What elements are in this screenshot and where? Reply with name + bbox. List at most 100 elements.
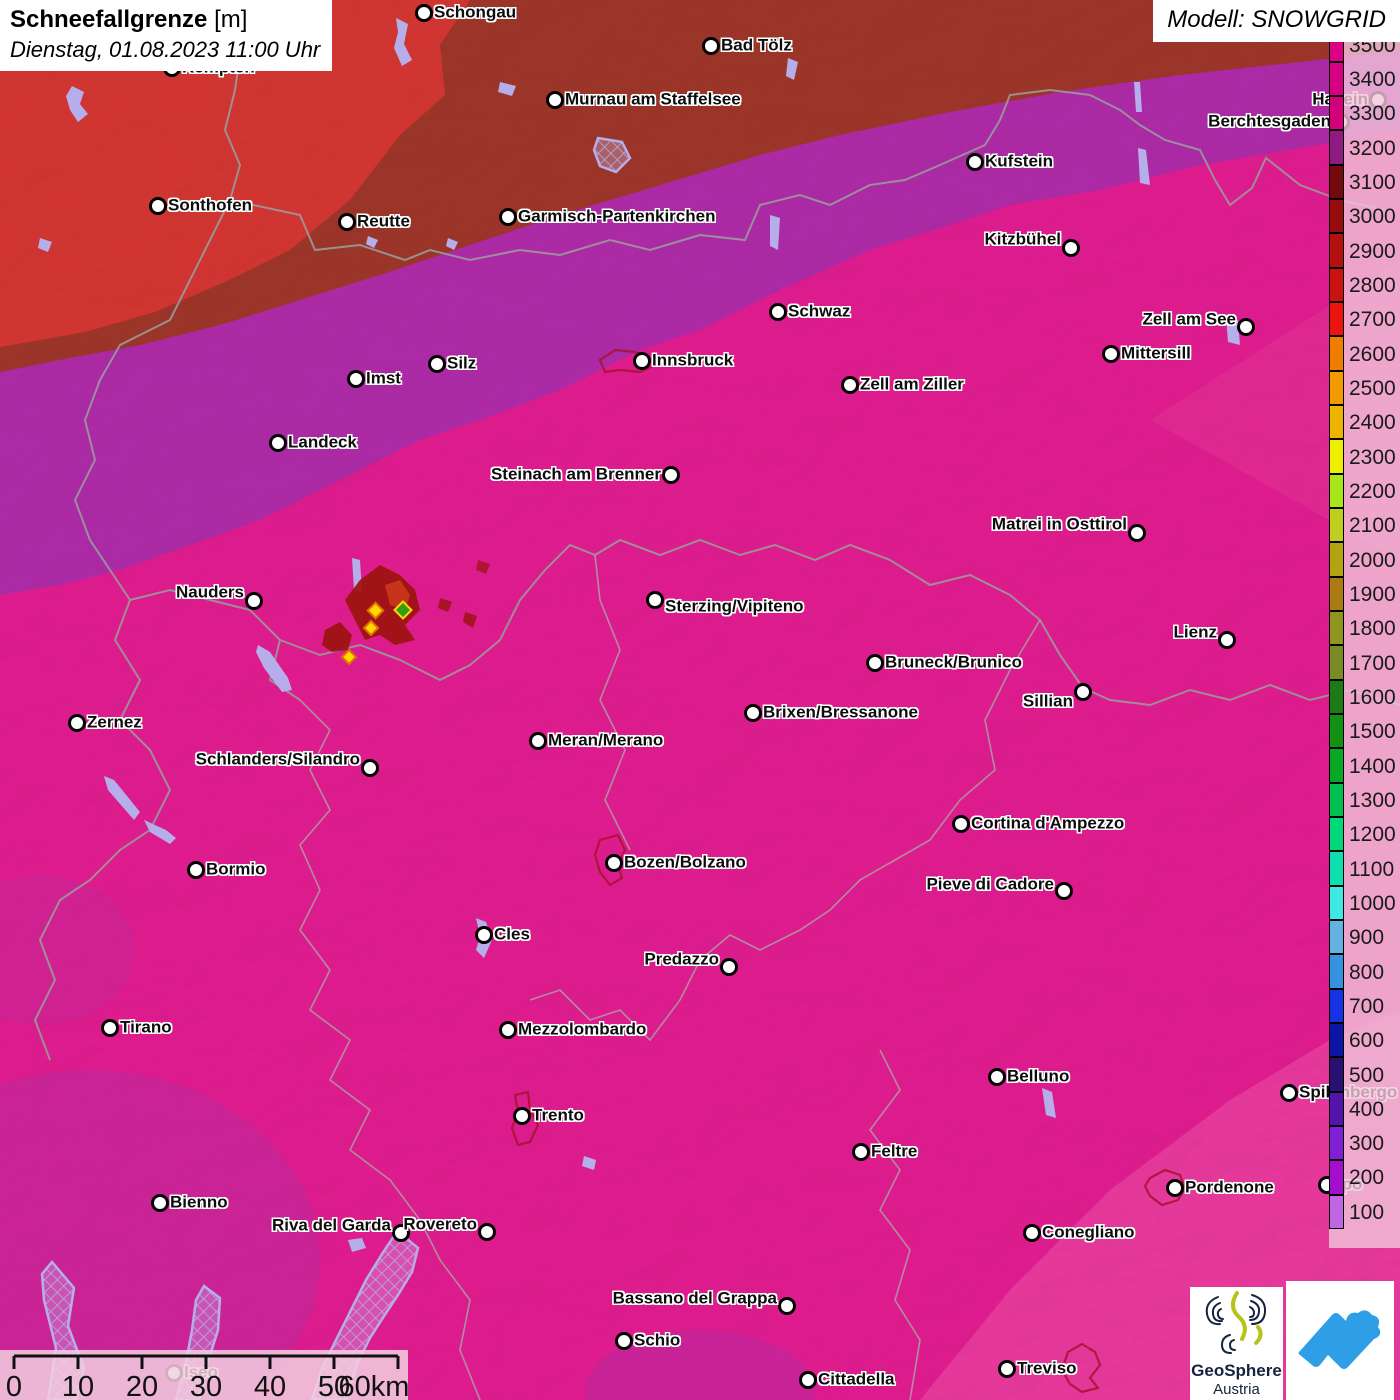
city-label: Bassano del Grappa <box>612 1288 777 1308</box>
snowfall-line-map: SchongauBad TölzKemptenMurnau am Staffel… <box>0 0 1400 1400</box>
colorbar-swatch <box>1329 1023 1344 1058</box>
colorbar-cell: 1600 <box>1329 679 1400 715</box>
colorbar-swatch <box>1329 61 1344 97</box>
colorbar-swatch <box>1329 542 1344 577</box>
city-label: Steinach am Brenner <box>490 464 661 484</box>
city-label: Bad Tölz <box>721 35 792 55</box>
colorbar-swatch <box>1329 714 1344 749</box>
colorbar-value: 300 <box>1349 1132 1385 1156</box>
map-title-unit: [m] <box>214 6 248 33</box>
colorbar-cell: 1700 <box>1329 645 1400 680</box>
city-dot <box>702 37 720 55</box>
city-label: Tirano <box>120 1017 172 1037</box>
colorbar-cell: 3400 <box>1329 61 1400 97</box>
city-dot <box>499 1021 517 1039</box>
city-label: Sterzing/Vipiteno <box>665 596 804 616</box>
city-label: Treviso <box>1017 1358 1077 1378</box>
city-dot <box>1062 239 1080 257</box>
colorbar-cell: 1800 <box>1329 611 1400 646</box>
colorbar-value: 2200 <box>1349 479 1396 503</box>
city-dot <box>866 654 884 672</box>
colorbar-cell: 100 <box>1329 1194 1400 1229</box>
colorbar-cell: 2700 <box>1329 302 1400 337</box>
city-dot <box>1218 631 1236 649</box>
city-label: Schwaz <box>788 301 851 321</box>
geosphere-country: Austria <box>1213 1380 1260 1398</box>
colorbar-swatch <box>1329 748 1344 783</box>
city-dot <box>513 1107 531 1125</box>
city-markers-layer: SchongauBad TölzKemptenMurnau am Staffel… <box>0 0 1400 1400</box>
colorbar-value: 1000 <box>1349 891 1396 915</box>
city-label: Reutte <box>357 211 410 231</box>
colorbar-swatch <box>1329 1126 1344 1161</box>
city-dot <box>1074 683 1092 701</box>
city-label: Zell am Ziller <box>860 374 964 394</box>
city-dot <box>799 1371 817 1389</box>
map-datetime: Dienstag, 01.08.2023 11:00 Uhr <box>10 37 321 62</box>
city-dot <box>646 591 664 609</box>
colorbar-cell: 1000 <box>1329 885 1400 921</box>
colorbar-cell: 1500 <box>1329 714 1400 749</box>
colorbar-value: 2800 <box>1349 273 1396 297</box>
colorbar-value: 3200 <box>1349 136 1396 160</box>
city-dot <box>1128 524 1146 542</box>
colorbar-swatch <box>1329 96 1344 131</box>
city-dot <box>475 926 493 944</box>
colorbar-cell: 2600 <box>1329 336 1400 371</box>
geosphere-name: GeoSphere <box>1191 1361 1282 1380</box>
colorbar-swatch <box>1329 370 1344 406</box>
colorbar-cell: 1900 <box>1329 576 1400 612</box>
city-dot <box>1102 345 1120 363</box>
city-dot <box>347 370 365 388</box>
city-label: Bozen/Bolzano <box>624 852 746 872</box>
colorbar-cell: 3000 <box>1329 199 1400 234</box>
colorbar-swatch <box>1329 199 1344 234</box>
colorbar-value: 1500 <box>1349 720 1396 744</box>
city-dot <box>1023 1224 1041 1242</box>
colorbar-swatch <box>1329 851 1344 886</box>
scale-bar: 0 10 20 30 40 50 60km <box>0 1350 409 1400</box>
city-label: Schongau <box>434 2 517 22</box>
city-label: Trento <box>532 1105 584 1125</box>
scale-bar-label: 20 <box>126 1371 158 1400</box>
city-dot <box>633 352 651 370</box>
city-dot <box>988 1068 1006 1086</box>
colorbar-value: 1300 <box>1349 788 1396 812</box>
city-label: Bruneck/Brunico <box>885 652 1022 672</box>
scale-bar-label: 30 <box>190 1371 222 1400</box>
colorbar-cell: 1300 <box>1329 782 1400 818</box>
colorbar-swatch <box>1329 954 1344 989</box>
city-dot <box>269 434 287 452</box>
colorbar-cell: 2100 <box>1329 508 1400 543</box>
colorbar-value: 1700 <box>1349 651 1396 675</box>
city-label: Lienz <box>1173 622 1217 642</box>
colorbar-value: 2700 <box>1349 308 1396 332</box>
colorbar-cell: 800 <box>1329 954 1400 989</box>
colorbar-swatch <box>1329 679 1344 715</box>
colorbar-swatch <box>1329 988 1344 1024</box>
city-dot <box>68 714 86 732</box>
colorbar-value: 700 <box>1349 994 1385 1018</box>
city-label: Berchtesgaden <box>1208 111 1331 131</box>
city-label: Schio <box>634 1330 681 1350</box>
city-dot <box>546 91 564 109</box>
city-label: Pieve di Cadore <box>926 874 1054 894</box>
colorbar-value: 2600 <box>1349 342 1396 366</box>
city-label: Belluno <box>1007 1066 1070 1086</box>
city-dot <box>744 704 762 722</box>
colorbar-value: 1100 <box>1349 857 1395 881</box>
city-label: Innsbruck <box>652 350 734 370</box>
city-dot <box>1237 318 1255 336</box>
city-dot <box>720 958 738 976</box>
city-dot <box>529 732 547 750</box>
scale-bar-label: 60km <box>339 1371 408 1400</box>
colorbar-cell: 700 <box>1329 988 1400 1024</box>
colorbar-swatch <box>1329 302 1344 337</box>
city-label: Zernez <box>87 712 142 732</box>
colorbar-cell: 500 <box>1329 1057 1400 1092</box>
colorbar-value: 100 <box>1349 1200 1385 1224</box>
title-box: Schneefallgrenze [m] Dienstag, 01.08.202… <box>0 0 333 71</box>
city-label: Sillian <box>1022 691 1073 711</box>
colorbar-cell: 2500 <box>1329 370 1400 406</box>
city-dot <box>338 213 356 231</box>
